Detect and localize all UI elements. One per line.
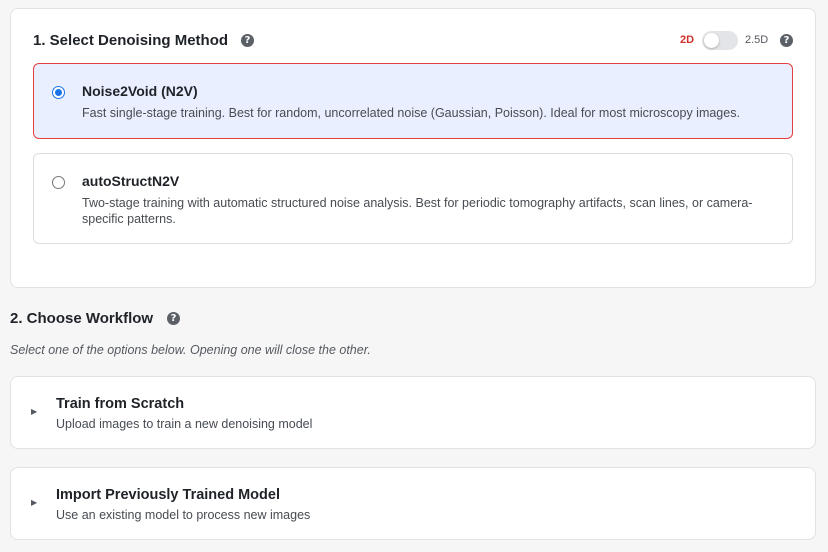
help-icon[interactable]: ?	[241, 34, 254, 47]
method-section-title: 1. Select Denoising Method	[33, 32, 229, 49]
option-description: Two-stage training with automatic struct…	[82, 196, 753, 226]
mode-2d-label: 2D	[680, 34, 695, 46]
workflow-section-title: 2. Choose Workflow	[10, 310, 154, 327]
dimension-toggle[interactable]	[702, 31, 738, 50]
option-description: Fast single-stage training. Best for ran…	[82, 106, 740, 120]
option-noise2void[interactable]: Noise2Void (N2V) Fast single-stage train…	[33, 63, 793, 139]
card-description: Use an existing model to process new ima…	[56, 508, 311, 522]
toggle-knob	[704, 33, 719, 48]
expand-caret-icon[interactable]: ▶	[31, 407, 37, 416]
card-description: Upload images to train a new denoising m…	[56, 417, 313, 431]
mode-help-icon[interactable]: ?	[780, 34, 793, 47]
card-title: Import Previously Trained Model	[56, 487, 280, 503]
card-train-from-scratch[interactable]: ▶ Train from Scratch Upload images to tr…	[10, 376, 816, 449]
option-title: Noise2Void (N2V)	[82, 83, 198, 99]
card-title: Train from Scratch	[56, 396, 185, 412]
workflow-help-icon[interactable]: ?	[167, 312, 180, 325]
option-title: autoStructN2V	[82, 173, 180, 189]
option-autostructn2v[interactable]: autoStructN2V Two-stage training with au…	[33, 153, 793, 244]
workflow-subtitle: Select one of the options below. Opening…	[10, 343, 371, 357]
card-import-trained-model[interactable]: ▶ Import Previously Trained Model Use an…	[10, 467, 816, 540]
expand-caret-icon[interactable]: ▶	[31, 498, 37, 507]
radio-autostructn2v[interactable]	[52, 176, 65, 189]
mode-25d-label: 2.5D	[745, 34, 769, 46]
radio-noise2void[interactable]	[52, 86, 65, 99]
denoising-method-panel: 1. Select Denoising Method ? 2D 2.5D ? N…	[10, 8, 816, 288]
